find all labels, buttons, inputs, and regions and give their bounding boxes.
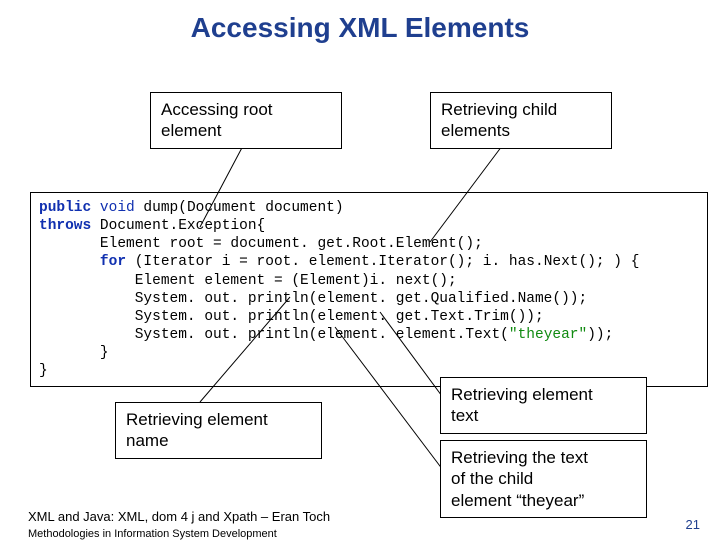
callout-line: text (451, 406, 478, 425)
code-text: (Iterator i = root. element.Iterator(); … (126, 254, 639, 270)
code-block: public void dump(Document document) thro… (30, 192, 708, 387)
callout-line: Accessing root (161, 100, 273, 119)
keyword-public: public (39, 200, 91, 216)
keyword-throws: throws (39, 218, 91, 234)
string-literal: "theyear" (509, 327, 587, 343)
code-text: Document.Exception{ (91, 218, 265, 234)
footer-main: XML and Java: XML, dom 4 j and Xpath – E… (28, 509, 330, 524)
slide-title: Accessing XML Elements (0, 12, 720, 44)
keyword-for: for (100, 254, 126, 270)
code-text (39, 254, 100, 270)
code-text: System. out. println(element. get.Text.T… (39, 309, 544, 325)
code-text: } (39, 363, 48, 379)
callout-accessing-root: Accessing root element (150, 92, 342, 149)
callout-retrieving-text: Retrieving element text (440, 377, 647, 434)
keyword-void: void (100, 200, 135, 216)
page-number: 21 (686, 517, 700, 532)
callout-retrieving-theyear: Retrieving the text of the child element… (440, 440, 647, 518)
footer-sub: Methodologies in Information System Deve… (28, 528, 277, 540)
code-text: Element element = (Element)i. next(); (39, 273, 457, 289)
code-text: System. out. println(element. get.Qualif… (39, 291, 587, 307)
callout-line: Retrieving child (441, 100, 557, 119)
code-text: dump(Document document) (135, 200, 344, 216)
code-text: } (39, 345, 109, 361)
callout-line: Retrieving element (451, 385, 593, 404)
code-text: Element root = document. get.Root.Elemen… (39, 236, 483, 252)
code-text: )); (587, 327, 613, 343)
callout-line: Retrieving element (126, 410, 268, 429)
callout-retrieving-child: Retrieving child elements (430, 92, 612, 149)
callout-retrieving-name: Retrieving element name (115, 402, 322, 459)
callout-line: name (126, 431, 169, 450)
callout-line: of the child (451, 469, 533, 488)
code-text: System. out. println(element. element.Te… (39, 327, 509, 343)
callout-line: elements (441, 121, 510, 140)
callout-line: element (161, 121, 221, 140)
callout-line: Retrieving the text (451, 448, 588, 467)
callout-line: element “theyear” (451, 491, 584, 510)
